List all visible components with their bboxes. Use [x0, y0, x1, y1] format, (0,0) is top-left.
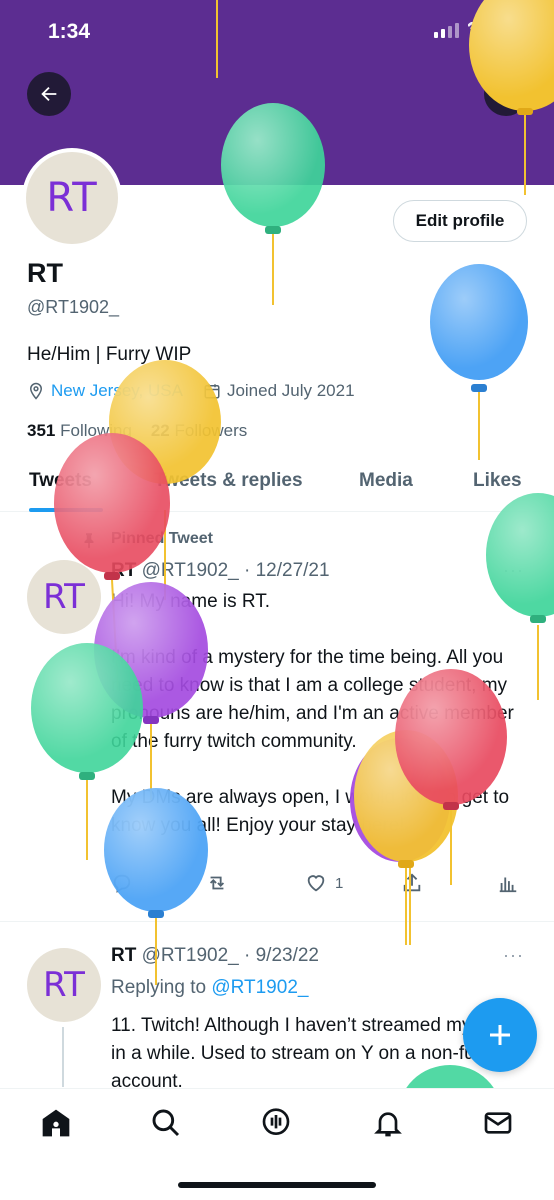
nav-search[interactable]	[150, 1107, 182, 1144]
heart-icon	[307, 875, 325, 892]
followers-count: 22	[150, 421, 170, 440]
status-bar: 1:34	[0, 0, 554, 66]
bell-icon	[374, 1112, 402, 1137]
like-button[interactable]: 1	[305, 872, 343, 894]
search-button[interactable]	[484, 72, 528, 116]
tweet-handle: @RT1902_	[141, 945, 239, 966]
tweet-avatar[interactable]: RT	[27, 560, 101, 634]
reply-icon	[113, 874, 131, 893]
profile-name: RT	[27, 258, 63, 288]
mail-icon	[484, 1112, 512, 1134]
battery-icon	[498, 22, 532, 38]
search-icon	[152, 1109, 180, 1137]
nav-messages[interactable]	[482, 1107, 514, 1144]
replying-to: Replying to @RT1902_	[111, 977, 308, 999]
tweet-handle: @RT1902_	[141, 560, 239, 581]
home-icon	[42, 1109, 70, 1137]
edit-profile-button[interactable]: Edit profile	[393, 200, 527, 242]
active-tab-indicator	[29, 508, 103, 512]
tweet-author[interactable]: RT	[111, 945, 136, 966]
tweet-divider	[0, 921, 554, 922]
tweet-text: Hi! My name is RT. I'm kind of a mystery…	[111, 591, 514, 836]
like-count: 1	[335, 874, 344, 892]
tweet-more-button[interactable]: ···	[503, 560, 524, 581]
nav-notifications[interactable]	[372, 1107, 404, 1144]
replying-to-handle[interactable]: @RT1902_	[211, 977, 308, 998]
status-time: 1:34	[48, 20, 91, 43]
tweet-header: RT @RT1902_ · 12/27/21	[111, 560, 330, 582]
following-count: 351	[27, 421, 56, 440]
tab-likes[interactable]: Likes	[473, 470, 522, 492]
followers-link[interactable]: 22 Followers	[151, 421, 247, 440]
analytics-icon	[499, 877, 517, 893]
reply-button[interactable]	[111, 872, 133, 894]
tweet-header: RT @RT1902_ · 9/23/22	[111, 945, 319, 967]
spaces-icon	[262, 1108, 290, 1135]
following-label: Following	[60, 421, 132, 440]
home-indicator	[178, 1182, 376, 1188]
following-link[interactable]: 351 Following	[27, 421, 132, 440]
tweet-date: · 9/23/22	[244, 945, 319, 966]
profile-avatar-text: RT	[26, 152, 118, 244]
pin-icon	[84, 533, 94, 549]
tweet-avatar[interactable]: RT	[27, 948, 101, 1022]
tweet-text: 11. Twitch! Although I haven’t streamed …	[111, 1015, 501, 1092]
tab-tweets-replies[interactable]: Tweets & replies	[154, 470, 303, 492]
signal-icon	[434, 23, 459, 38]
calendar-icon	[204, 384, 220, 399]
profile-location[interactable]: New Jersey, USA	[51, 381, 183, 401]
tab-media[interactable]: Media	[359, 470, 413, 492]
tweet-avatar-text: RT	[43, 577, 85, 617]
replying-label: Replying to	[111, 977, 207, 998]
wifi-icon	[468, 22, 490, 37]
thread-line	[62, 1027, 64, 1087]
tweet-date: · 12/27/21	[244, 560, 330, 581]
profile-tabs: Tweets Tweets & replies Media Likes	[0, 460, 554, 512]
balloon-blue-right	[430, 264, 528, 460]
retweet-button[interactable]	[205, 872, 229, 894]
tweet-avatar-text: RT	[43, 965, 85, 1005]
tweet-author[interactable]: RT	[111, 560, 136, 581]
profile-avatar[interactable]: RT	[22, 148, 122, 248]
nav-spaces[interactable]	[260, 1107, 292, 1144]
follow-stats: 351 Following 22 Followers	[27, 421, 247, 441]
tweet-more-button[interactable]: ···	[503, 945, 524, 966]
back-button[interactable]	[27, 72, 71, 116]
share-icon	[403, 873, 421, 892]
pinned-label: Pinned Tweet	[111, 530, 213, 547]
profile-meta: New Jersey, USA Joined July 2021	[27, 381, 355, 401]
analytics-button[interactable]	[497, 872, 519, 894]
compose-tweet-button[interactable]	[463, 998, 537, 1072]
arrow-left-icon	[41, 86, 57, 102]
tab-tweets[interactable]: Tweets	[29, 470, 92, 492]
location-icon	[29, 382, 43, 400]
retweet-icon	[209, 876, 225, 890]
profile-handle: @RT1902_	[27, 297, 119, 317]
plus-icon	[490, 1025, 510, 1045]
tweet-actions: 1	[111, 872, 521, 898]
share-button[interactable]	[401, 872, 423, 894]
profile-bio: He/Him | Furry WIP	[27, 344, 192, 365]
followers-label: Followers	[174, 421, 248, 440]
status-icons	[434, 22, 532, 38]
profile-joined: Joined July 2021	[226, 381, 355, 400]
nav-home[interactable]	[40, 1107, 72, 1144]
search-icon	[497, 85, 515, 103]
